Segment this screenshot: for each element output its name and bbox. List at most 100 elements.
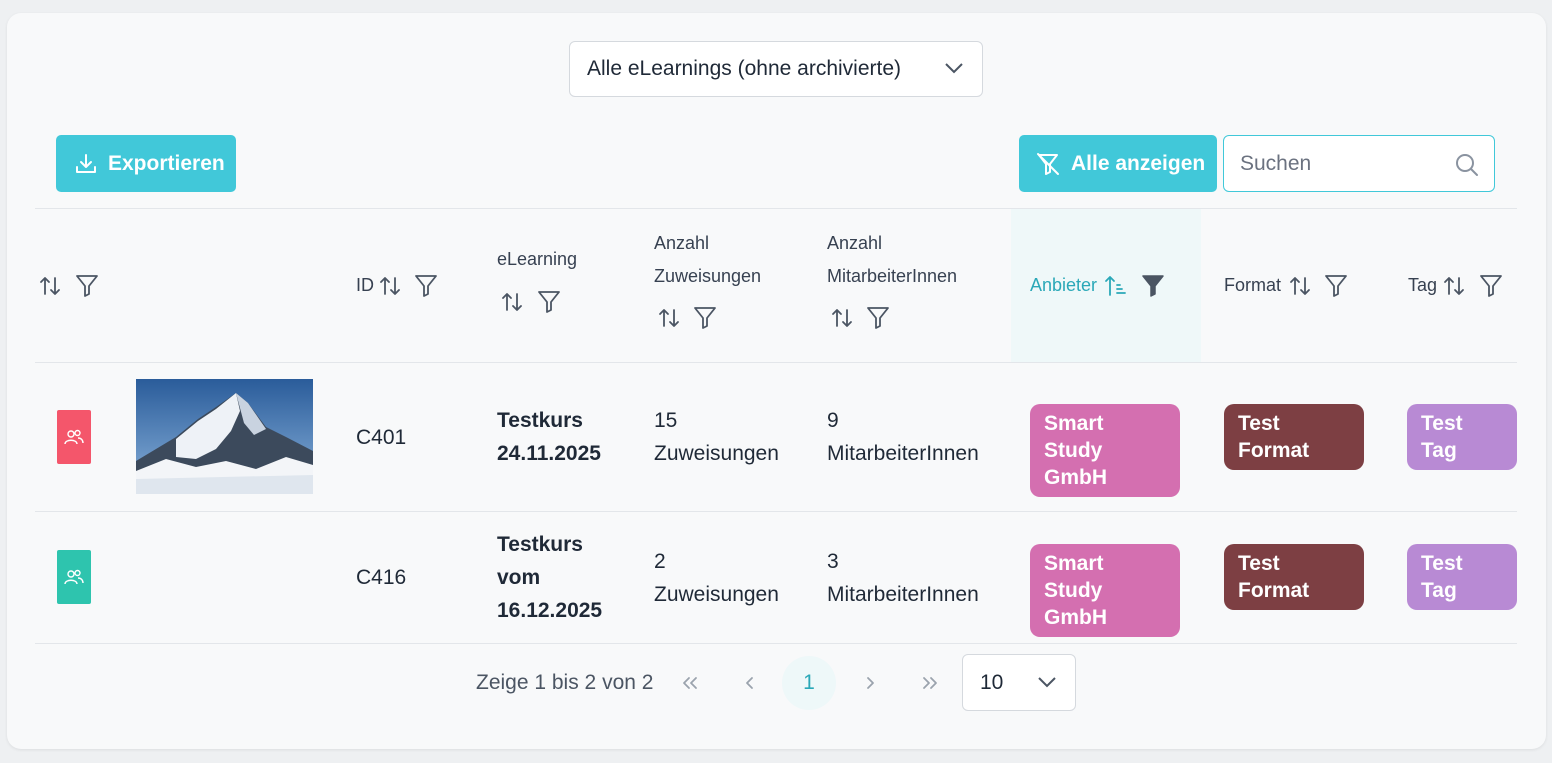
chevron-right-icon	[867, 677, 874, 689]
format-pill[interactable]: Test Format	[1224, 404, 1364, 470]
format-pill[interactable]: Test Format	[1224, 544, 1364, 610]
chevron-left-icon	[746, 677, 753, 689]
sort-icon[interactable]	[378, 274, 402, 298]
row-title-line: Testkurs	[497, 409, 583, 432]
column-title-assignments-line1: Anzahl	[654, 233, 710, 253]
users-icon	[64, 429, 84, 445]
row-id: C416	[356, 566, 407, 589]
show-all-label: Alle anzeigen	[1071, 151, 1206, 175]
sort-ascending-icon[interactable]	[1104, 274, 1128, 298]
row-title-line: 16.12.2025	[497, 599, 603, 622]
column-title-employees-line1: Anzahl	[827, 233, 883, 253]
format-pill-line: Format	[1238, 579, 1310, 602]
export-button[interactable]: Exportieren	[56, 135, 236, 192]
pagination-summary: Zeige 1 bis 2 von 2	[476, 671, 654, 694]
provider-pill[interactable]: Smart Study GmbH	[1030, 404, 1180, 497]
status-badge[interactable]	[57, 550, 91, 604]
column-header-id: ID	[356, 269, 374, 302]
column-header-provider: Anbieter	[1030, 269, 1097, 302]
format-pill-line: Test	[1238, 552, 1280, 575]
provider-pill-line: GmbH	[1044, 466, 1107, 489]
column-title-elearning: eLearning	[497, 249, 578, 269]
row-employees: 9 MitarbeiterInnen	[827, 404, 979, 470]
column-title-assignments-line2: Zuweisungen	[654, 266, 762, 286]
tag-pill[interactable]: Test Tag	[1407, 544, 1517, 610]
column-title-provider: Anbieter	[1030, 275, 1098, 295]
next-page-button[interactable]	[855, 668, 885, 698]
export-label: Exportieren	[108, 151, 225, 175]
users-icon	[64, 569, 84, 585]
column-header-elearning: eLearning	[497, 243, 577, 276]
chevrons-left-icon	[683, 677, 697, 689]
sort-icon[interactable]	[830, 306, 854, 330]
provider-pill[interactable]: Smart Study GmbH	[1030, 544, 1180, 637]
row-employees-unit: MitarbeiterInnen	[827, 442, 979, 465]
sort-icon[interactable]	[38, 274, 62, 298]
divider	[35, 511, 1517, 512]
sort-icon[interactable]	[1288, 274, 1312, 298]
filter-icon[interactable]	[1479, 273, 1503, 298]
rows-per-page-value: 10	[980, 670, 1004, 694]
row-assignments-unit: Zuweisungen	[654, 583, 779, 606]
sort-icon[interactable]	[1442, 274, 1466, 298]
last-page-button[interactable]	[915, 668, 945, 698]
filter-icon[interactable]	[693, 305, 717, 330]
divider	[35, 643, 1517, 644]
chevron-down-icon	[945, 63, 963, 74]
row-assignments-unit: Zuweisungen	[654, 442, 779, 465]
page-button-current[interactable]: 1	[782, 656, 836, 710]
column-header-tag: Tag	[1408, 269, 1437, 302]
show-all-button[interactable]: Alle anzeigen	[1019, 135, 1217, 192]
status-badge[interactable]	[57, 410, 91, 464]
elearning-filter-dropdown[interactable]: Alle eLearnings (ohne archivierte)	[569, 41, 983, 97]
search-icon[interactable]	[1454, 152, 1480, 178]
row-title-line: Testkurs	[497, 533, 583, 556]
format-pill-line: Test	[1238, 412, 1280, 435]
row-assignments: 2 Zuweisungen	[654, 545, 779, 611]
column-header-assignments: Anzahl Zuweisungen	[654, 227, 761, 293]
filter-icon[interactable]	[537, 289, 561, 314]
row-title-line: vom	[497, 566, 541, 589]
tag-pill-line: Test	[1421, 412, 1463, 435]
course-thumbnail-image[interactable]	[136, 379, 313, 494]
column-header-format: Format	[1224, 269, 1281, 302]
elearning-filter-value: Alle eLearnings (ohne archivierte)	[587, 57, 902, 80]
row-elearning-title[interactable]: Testkurs 24.11.2025	[497, 404, 601, 470]
column-title-tag: Tag	[1408, 275, 1438, 295]
row-assignments-count: 2	[654, 550, 666, 573]
tag-pill-line: Test	[1421, 552, 1463, 575]
row-assignments: 15 Zuweisungen	[654, 404, 779, 470]
row-elearning-title[interactable]: Testkurs vom 16.12.2025	[497, 528, 602, 627]
first-page-button[interactable]	[675, 668, 705, 698]
filter-off-icon	[1037, 152, 1059, 175]
column-title-id: ID	[356, 275, 374, 295]
provider-pill-line: GmbH	[1044, 606, 1107, 629]
row-employees-count: 3	[827, 550, 839, 573]
column-title-format: Format	[1224, 275, 1282, 295]
filter-icon[interactable]	[75, 273, 99, 298]
sort-icon[interactable]	[500, 290, 524, 314]
provider-pill-line: Smart Study	[1044, 552, 1104, 602]
row-assignments-count: 15	[654, 409, 678, 432]
search-input[interactable]	[1240, 151, 1440, 176]
divider	[35, 362, 1517, 363]
filter-icon[interactable]	[414, 273, 438, 298]
filter-active-icon[interactable]	[1141, 273, 1165, 298]
provider-pill-line: Smart Study	[1044, 412, 1104, 462]
chevron-down-icon	[1038, 677, 1056, 688]
tag-pill[interactable]: Test Tag	[1407, 404, 1517, 470]
download-icon	[76, 153, 96, 173]
tag-pill-line: Tag	[1421, 579, 1457, 602]
row-employees-unit: MitarbeiterInnen	[827, 583, 979, 606]
rows-per-page-select[interactable]: 10	[962, 654, 1076, 711]
column-title-employees-line2: MitarbeiterInnen	[827, 266, 958, 286]
previous-page-button[interactable]	[735, 668, 765, 698]
sort-icon[interactable]	[657, 306, 681, 330]
chevrons-right-icon	[923, 677, 937, 689]
row-employees-count: 9	[827, 409, 839, 432]
divider	[35, 208, 1517, 209]
format-pill-line: Format	[1238, 439, 1310, 462]
filter-icon[interactable]	[1324, 273, 1348, 298]
filter-icon[interactable]	[866, 305, 890, 330]
row-employees: 3 MitarbeiterInnen	[827, 545, 979, 611]
